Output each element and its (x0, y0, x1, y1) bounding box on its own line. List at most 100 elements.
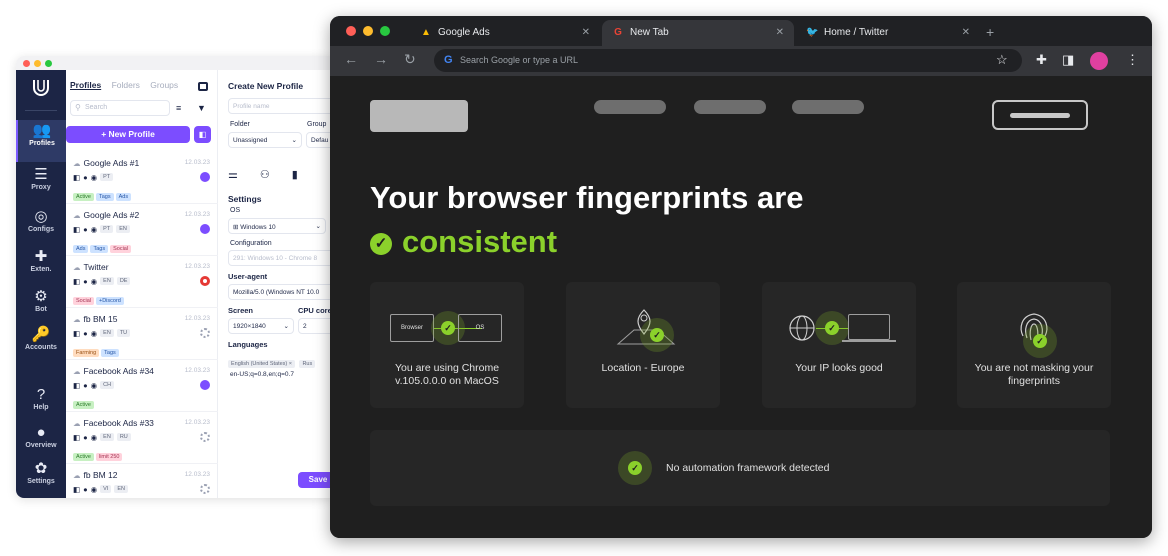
profile-row[interactable]: ☁ Google Ads #2 12.03.23 ◧ ● ◉ PT EN Ads Tags Soci… (66, 204, 218, 256)
close-window-button[interactable] (23, 60, 30, 67)
new-profile-button[interactable]: + New Profile (66, 126, 190, 143)
tab-groups[interactable]: Groups (150, 80, 178, 90)
back-icon[interactable]: ← (344, 51, 358, 67)
languages-chips: English (United States) × Rus (228, 352, 316, 370)
sidebar-item-settings[interactable]: ✿ Settings (16, 458, 66, 498)
check-icon: ✓ (441, 321, 455, 335)
sidebar-item-accounts[interactable]: 🔑 Accounts (16, 324, 66, 366)
profile-row[interactable]: ☁ Twitter 12.03.23 ◧ ● ◉ EN DE Social +Discord (66, 256, 218, 308)
nav-link[interactable] (792, 100, 864, 114)
sidebar-item-proxy[interactable]: ☰ Proxy (16, 164, 66, 206)
profile-name: ☁ Twitter (73, 262, 109, 272)
profile-row[interactable]: ☁ Facebook Ads #33 12.03.23 ◧ ● ◉ EN RU Active li… (66, 412, 218, 464)
panel-tabs: Profiles Folders Groups (70, 80, 186, 90)
side-panel-icon[interactable]: ◨ (1062, 52, 1074, 68)
tab-profiles[interactable]: Profiles (70, 80, 101, 90)
new-tab-button[interactable]: + (986, 24, 994, 40)
browser-os-illustration: Browser ✓ OS (370, 300, 524, 356)
minimize-window-button[interactable] (363, 26, 373, 36)
profile-name-text: Facebook Ads #33 (83, 418, 154, 428)
search-placeholder: Search (85, 104, 108, 111)
close-tab-icon[interactable]: ✕ (776, 27, 784, 38)
antidetect-app-window: 👥 Profiles ☰ Proxy ◎ Configs ✚ Exten. ⚙ … (16, 56, 336, 498)
sidebar-item-profiles[interactable]: 👥 Profiles (16, 120, 66, 162)
sidebar-item-label: Profiles (29, 140, 55, 147)
maximize-window-button[interactable] (45, 60, 52, 67)
rail-divider (25, 110, 57, 111)
language-chip[interactable]: English (United States) × (228, 360, 295, 368)
user-settings-icon[interactable]: ⚇ (260, 169, 292, 181)
language-chip[interactable]: Rus (299, 360, 316, 368)
tag-badge[interactable]: Active (73, 401, 94, 409)
sidebar-item-extensions[interactable]: ✚ Exten. (16, 246, 66, 288)
sliders-icon[interactable]: ⚌ (228, 169, 260, 181)
configuration-input[interactable]: 291: Windows 10 - Chrome 8 (228, 250, 336, 266)
tab-new-tab[interactable]: G New Tab ✕ (602, 20, 794, 46)
forward-icon[interactable]: → (374, 51, 388, 67)
folder-select[interactable]: Unassigned ⌄ (228, 132, 302, 148)
laptop-icon: OS (458, 314, 502, 342)
sidebar-item-configs[interactable]: ◎ Configs (16, 206, 66, 248)
tab-folders[interactable]: Folders (112, 80, 140, 90)
tag-badge[interactable]: Active (73, 193, 94, 201)
tag-badge[interactable]: Social (73, 297, 94, 305)
stop-profile-button[interactable] (200, 276, 210, 286)
header-cta-button[interactable] (992, 100, 1088, 130)
profile-name-input[interactable]: Profile name (228, 98, 336, 114)
loading-icon[interactable] (200, 484, 210, 494)
screen-select[interactable]: 1920×1840 ⌄ (228, 318, 294, 334)
tag-badge[interactable]: Farming (73, 349, 100, 357)
quick-profile-button[interactable]: ◧ (194, 126, 211, 143)
omnibox[interactable]: G Search Google or type a URL (434, 49, 1022, 72)
user-agent-input[interactable]: Mozilla/5.0 (Windows NT 10.0 (228, 284, 336, 300)
tag-badge[interactable]: Tags (101, 349, 119, 357)
maximize-window-button[interactable] (380, 26, 390, 36)
sidebar-item-bot[interactable]: ⚙ Bot (16, 286, 66, 328)
loading-icon[interactable] (200, 328, 210, 338)
location-card: ✓ Location - Europe (566, 282, 720, 408)
tag-badge[interactable]: +Discord (95, 297, 124, 305)
search-input[interactable]: ⚲ Search (70, 100, 170, 116)
start-profile-button[interactable] (200, 224, 210, 234)
tag-badge[interactable]: limit 250 (95, 453, 123, 461)
menu-icon[interactable]: ⋮ (1126, 52, 1139, 68)
sort-icon[interactable]: ≡ (176, 103, 181, 113)
os-icon: ◧ (73, 172, 81, 182)
start-profile-button[interactable] (200, 172, 210, 182)
tab-twitter[interactable]: 🐦 Home / Twitter ✕ (796, 20, 980, 46)
consistency-status: ✓ consistent (370, 224, 557, 260)
close-window-button[interactable] (346, 26, 356, 36)
start-profile-button[interactable] (200, 380, 210, 390)
profile-row[interactable]: ☁ Google Ads #1 12.03.23 ◧ ● ◉ PT Active Tags Ads (66, 152, 218, 204)
check-icon: ✓ (650, 328, 664, 342)
panel-toggle-icon[interactable] (198, 82, 208, 91)
site-logo[interactable] (370, 100, 468, 132)
avatar[interactable] (1090, 52, 1108, 70)
language-chip: PT (100, 173, 114, 182)
tab-google-ads[interactable]: ▲ Google Ads ✕ (410, 20, 600, 46)
tag-badge[interactable]: Ads (73, 245, 89, 253)
storage-icon[interactable]: ▮ (292, 169, 320, 181)
nav-link[interactable] (594, 100, 666, 114)
tag-badge[interactable]: Active (73, 453, 94, 461)
profile-row[interactable]: ☁ Facebook Ads #34 12.03.23 ◧ ● ◉ CH Active (66, 360, 218, 412)
nav-link[interactable] (694, 100, 766, 114)
bookmark-star-icon[interactable]: ☆ (996, 52, 1008, 68)
profile-row[interactable]: ☁ fb BM 12 12.03.23 ◧ ● ◉ VI EN (66, 464, 218, 498)
loading-icon[interactable] (200, 432, 210, 442)
extensions-icon[interactable]: ✚ (1036, 52, 1047, 68)
tag-badge[interactable]: Tags (90, 245, 109, 253)
minimize-window-button[interactable] (34, 60, 41, 67)
tag-badge[interactable]: Ads (115, 193, 132, 201)
sidebar-item-help[interactable]: ? Help (16, 384, 66, 426)
os-select[interactable]: ⊞ Windows 10 ⌄ (228, 218, 326, 234)
close-tab-icon[interactable]: ✕ (582, 27, 590, 38)
profile-row[interactable]: ☁ fb BM 15 12.03.23 ◧ ● ◉ EN TU Farming Tags (66, 308, 218, 360)
cloud-icon: ☁ (73, 263, 81, 272)
close-tab-icon[interactable]: ✕ (962, 27, 970, 38)
reload-icon[interactable]: ↻ (404, 51, 416, 68)
tag-badge[interactable]: Tags (95, 193, 114, 201)
tag-badge[interactable]: Social (110, 245, 132, 253)
filter-icon[interactable]: ▼ (197, 103, 206, 113)
profile-name: ☁ Google Ads #2 (73, 210, 139, 220)
